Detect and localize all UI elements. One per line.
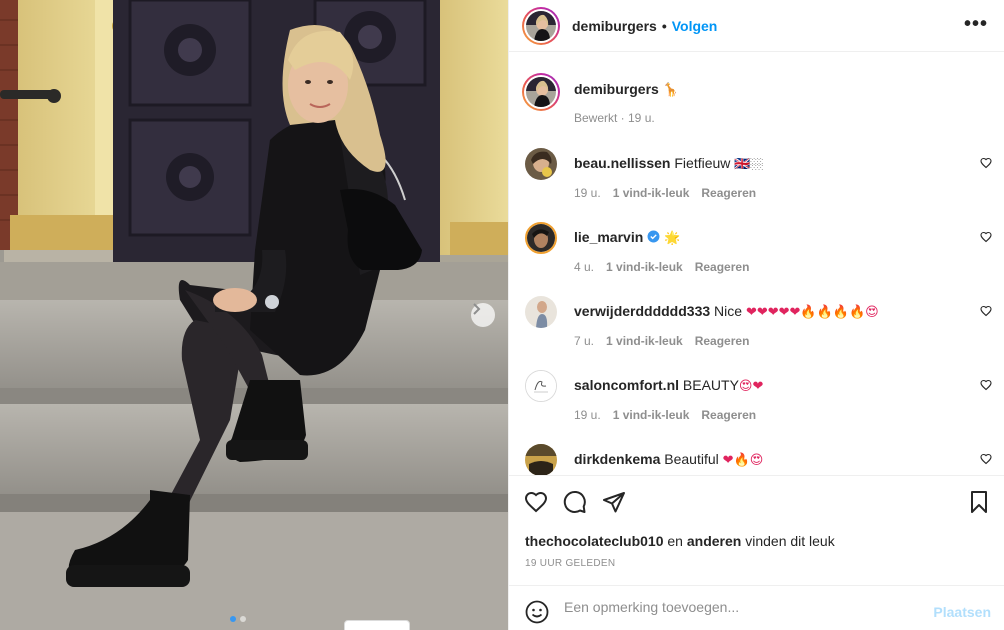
comment-input[interactable] <box>564 599 904 615</box>
post-caption: demiburgers 🦒 Bewerkt · 19 u. <box>522 73 992 133</box>
comment-time[interactable]: 19 u. <box>574 186 601 200</box>
post-date[interactable]: 19 UUR GELEDEN <box>525 558 615 569</box>
comment-text: Fietfieuw <box>674 155 731 171</box>
post-actions: thechocolateclub010 en anderen vinden di… <box>509 475 1004 585</box>
commenter-avatar[interactable] <box>522 367 560 405</box>
post-header: demiburgers • Volgen ••• <box>509 0 1004 52</box>
likes-suffix: vinden dit leuk <box>745 533 835 549</box>
heart-icon[interactable] <box>980 231 992 243</box>
comment-emoji: 😍❤ <box>738 379 764 394</box>
comment-item: verwijderdddddd333 Nice ❤❤❤❤❤🔥🔥🔥🔥😍 7 u. 1… <box>522 293 992 353</box>
floating-widget[interactable] <box>344 620 410 630</box>
heart-icon[interactable] <box>524 490 548 514</box>
comment-username[interactable]: beau.nellissen <box>574 155 670 171</box>
header-separator: • <box>661 17 667 34</box>
more-dots-icon[interactable]: ••• <box>964 14 988 34</box>
author-avatar[interactable] <box>522 6 560 45</box>
carousel-dot <box>240 616 246 622</box>
post-comment-button[interactable]: Plaatsen <box>933 604 991 620</box>
comment-emoji: 🇬🇧🏼 <box>734 157 764 172</box>
post-side-panel: demiburgers • Volgen ••• demiburgers 🦒 B… <box>508 0 1004 630</box>
comment-emoji: ❤🔥😍 <box>722 453 764 468</box>
comment-time[interactable]: 7 u. <box>574 334 594 348</box>
reply-button[interactable]: Reageren <box>701 186 756 200</box>
commenter-avatar[interactable] <box>522 293 560 331</box>
likes-connector: en <box>667 533 683 549</box>
comment-time[interactable]: 4 u. <box>574 260 594 274</box>
likes-others-link[interactable]: anderen <box>687 533 741 549</box>
heart-icon[interactable] <box>980 453 992 465</box>
heart-icon[interactable] <box>980 379 992 391</box>
comment-likes[interactable]: 1 vind-ik-leuk <box>606 260 683 274</box>
heart-icon[interactable] <box>980 305 992 317</box>
heart-icon[interactable] <box>980 157 992 169</box>
comment-bubble-icon[interactable] <box>563 490 587 514</box>
comment-likes[interactable]: 1 vind-ik-leuk <box>606 334 683 348</box>
likes-summary: thechocolateclub010 en anderen vinden di… <box>525 533 835 549</box>
reply-button[interactable]: Reageren <box>701 408 756 422</box>
comment-text: Beautiful <box>664 451 719 467</box>
carousel-dot-active <box>230 616 236 622</box>
comment-text: Nice <box>714 303 743 319</box>
author-username[interactable]: demiburgers <box>572 18 657 34</box>
comment-username[interactable]: saloncomfort.nl <box>574 377 679 393</box>
paper-plane-icon[interactable] <box>602 490 626 514</box>
comment-username[interactable]: lie_marvin <box>574 229 643 245</box>
commenter-avatar[interactable] <box>522 219 560 257</box>
verified-badge-icon <box>647 230 660 243</box>
liker-username[interactable]: thechocolateclub010 <box>525 533 664 549</box>
comment-likes[interactable]: 1 vind-ik-leuk <box>613 186 690 200</box>
follow-button[interactable]: Volgen <box>672 18 718 34</box>
comment-text: BEAUTY <box>682 377 739 393</box>
add-comment-bar: Plaatsen <box>509 585 1004 630</box>
reply-button[interactable]: Reageren <box>695 334 750 348</box>
commenter-avatar[interactable] <box>522 145 560 183</box>
reply-button[interactable]: Reageren <box>695 260 750 274</box>
comment-item: saloncomfort.nl BEAUTY😍❤ 19 u. 1 vind-ik-… <box>522 367 992 427</box>
comment-time[interactable]: 19 u. <box>574 408 601 422</box>
bookmark-icon[interactable] <box>967 490 991 514</box>
caption-emoji: 🦒 <box>662 83 679 98</box>
comment-emoji: 🌟 <box>664 231 681 246</box>
comment-username[interactable]: verwijderdddddd333 <box>574 303 710 319</box>
caption-meta: Bewerkt · 19 u. <box>574 111 655 125</box>
comment-emoji: ❤❤❤❤❤🔥🔥🔥🔥😍 <box>745 305 879 320</box>
comment-likes[interactable]: 1 vind-ik-leuk <box>613 408 690 422</box>
caption-username[interactable]: demiburgers <box>574 81 659 97</box>
carousel-indicator <box>230 616 246 622</box>
caption-author-avatar[interactable] <box>522 73 560 111</box>
comment-item: lie_marvin 🌟 4 u. 1 vind-ik-leuk Reageren <box>522 219 992 279</box>
comment-item: beau.nellissen Fietfieuw 🇬🇧🏼 19 u. 1 vind… <box>522 145 992 205</box>
comment-username[interactable]: dirkdenkema <box>574 451 660 467</box>
comments-list[interactable]: demiburgers 🦒 Bewerkt · 19 u. beau.nelli… <box>509 53 1004 475</box>
post-image <box>0 0 508 630</box>
smile-icon[interactable] <box>525 600 549 624</box>
post-photo[interactable] <box>0 0 508 630</box>
chevron-right-icon <box>473 303 481 315</box>
next-photo-button[interactable] <box>471 303 495 327</box>
commenter-avatar[interactable] <box>522 441 560 475</box>
comment-item: dirkdenkema Beautiful ❤🔥😍 <box>522 441 992 475</box>
